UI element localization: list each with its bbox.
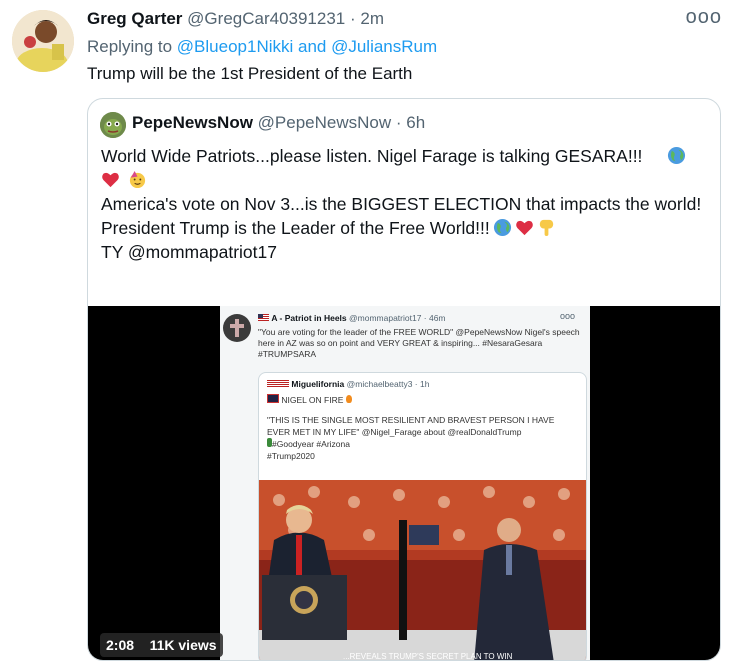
quoted-line-1: World Wide Patriots...please listen. Nig… [101, 146, 643, 166]
quoted-author-handle[interactable]: @PepeNewsNow [258, 113, 391, 132]
card-line-3: #Goodyear #Arizona [272, 439, 350, 449]
card-line-4: #Trump2020 [267, 451, 315, 461]
reply-context: Replying to @Blueop1Nikki and @JuliansRu… [87, 37, 437, 57]
quoted-separator-dot: · [395, 113, 402, 132]
card-line-2: "THIS IS THE SINGLE MOST RESILIENT AND B… [267, 415, 555, 437]
video-stats-badge: 2:08 11K views [100, 633, 223, 657]
inner-quoted-card: Miguelifornia @michaelbeatty3 · 1h NIGEL… [258, 372, 587, 660]
pointing-down-icon [539, 219, 553, 237]
fire-icon [345, 395, 352, 403]
cross-avatar-icon [223, 314, 251, 342]
quoted-line-3: America's vote on Nov 3...is the BIGGEST… [101, 194, 702, 214]
avatar[interactable] [12, 10, 74, 72]
globe-icon [493, 218, 511, 237]
quoted-author-name[interactable]: PepeNewsNow [132, 113, 253, 132]
heart-icon [515, 220, 533, 236]
card-text: NIGEL ON FIRE "THIS IS THE SINGLE MOST R… [267, 394, 577, 462]
rally-image [259, 480, 586, 660]
reply-prefix: Replying to [87, 37, 173, 56]
more-options-icon[interactable]: ooo [686, 6, 722, 29]
video-player[interactable]: A - Patriot in Heels @mommapatriot17 · 4… [88, 306, 720, 661]
inner-author-handle: @mommapatriot17 · 46m [349, 313, 446, 323]
quoted-avatar[interactable] [100, 112, 126, 138]
video-frame: A - Patriot in Heels @mommapatriot17 · 4… [220, 306, 590, 660]
quoted-line-4: President Trump is the Leader of the Fre… [101, 218, 490, 238]
heart-icon [102, 172, 119, 188]
us-flag-icon [267, 380, 289, 387]
uk-flag-icon [267, 394, 279, 403]
timestamp[interactable]: 2m [360, 9, 384, 28]
globe-icon [668, 146, 686, 165]
reply-mentions-link[interactable]: @Blueop1Nikki and @JuliansRum [177, 37, 437, 56]
quoted-timestamp[interactable]: 6h [406, 113, 425, 132]
tweet-text: Trump will be the 1st President of the E… [87, 64, 413, 83]
us-flag-icon [258, 314, 269, 321]
author-name[interactable]: Greg Qarter [87, 9, 182, 28]
inner-author-name: A - Patriot in Heels [271, 313, 347, 323]
video-views: 11K views [149, 637, 217, 653]
card-author-name: Miguelifornia [291, 379, 345, 389]
author-handle[interactable]: @GregCar40391231 [187, 9, 345, 28]
inner-more-icon: ooo [560, 311, 576, 321]
card-line-1: NIGEL ON FIRE [281, 395, 344, 405]
card-author-handle: @michaelbeatty3 · 1h [346, 379, 430, 389]
separator-dot: · [350, 9, 356, 28]
quoted-line-5: TY @mommapatriot17 [101, 242, 277, 262]
party-face-icon [129, 170, 145, 189]
inner-tweet-text: "You are voting for the leader of the FR… [258, 327, 580, 359]
quoted-text: World Wide Patriots...please listen. Nig… [101, 144, 711, 264]
quoted-tweet[interactable]: PepeNewsNow @PepeNewsNow · 6h World Wide… [87, 98, 721, 661]
video-banner-text: ...REVEALS TRUMP'S SECRET PLAN TO WIN [343, 652, 513, 661]
video-duration: 2:08 [106, 637, 135, 653]
